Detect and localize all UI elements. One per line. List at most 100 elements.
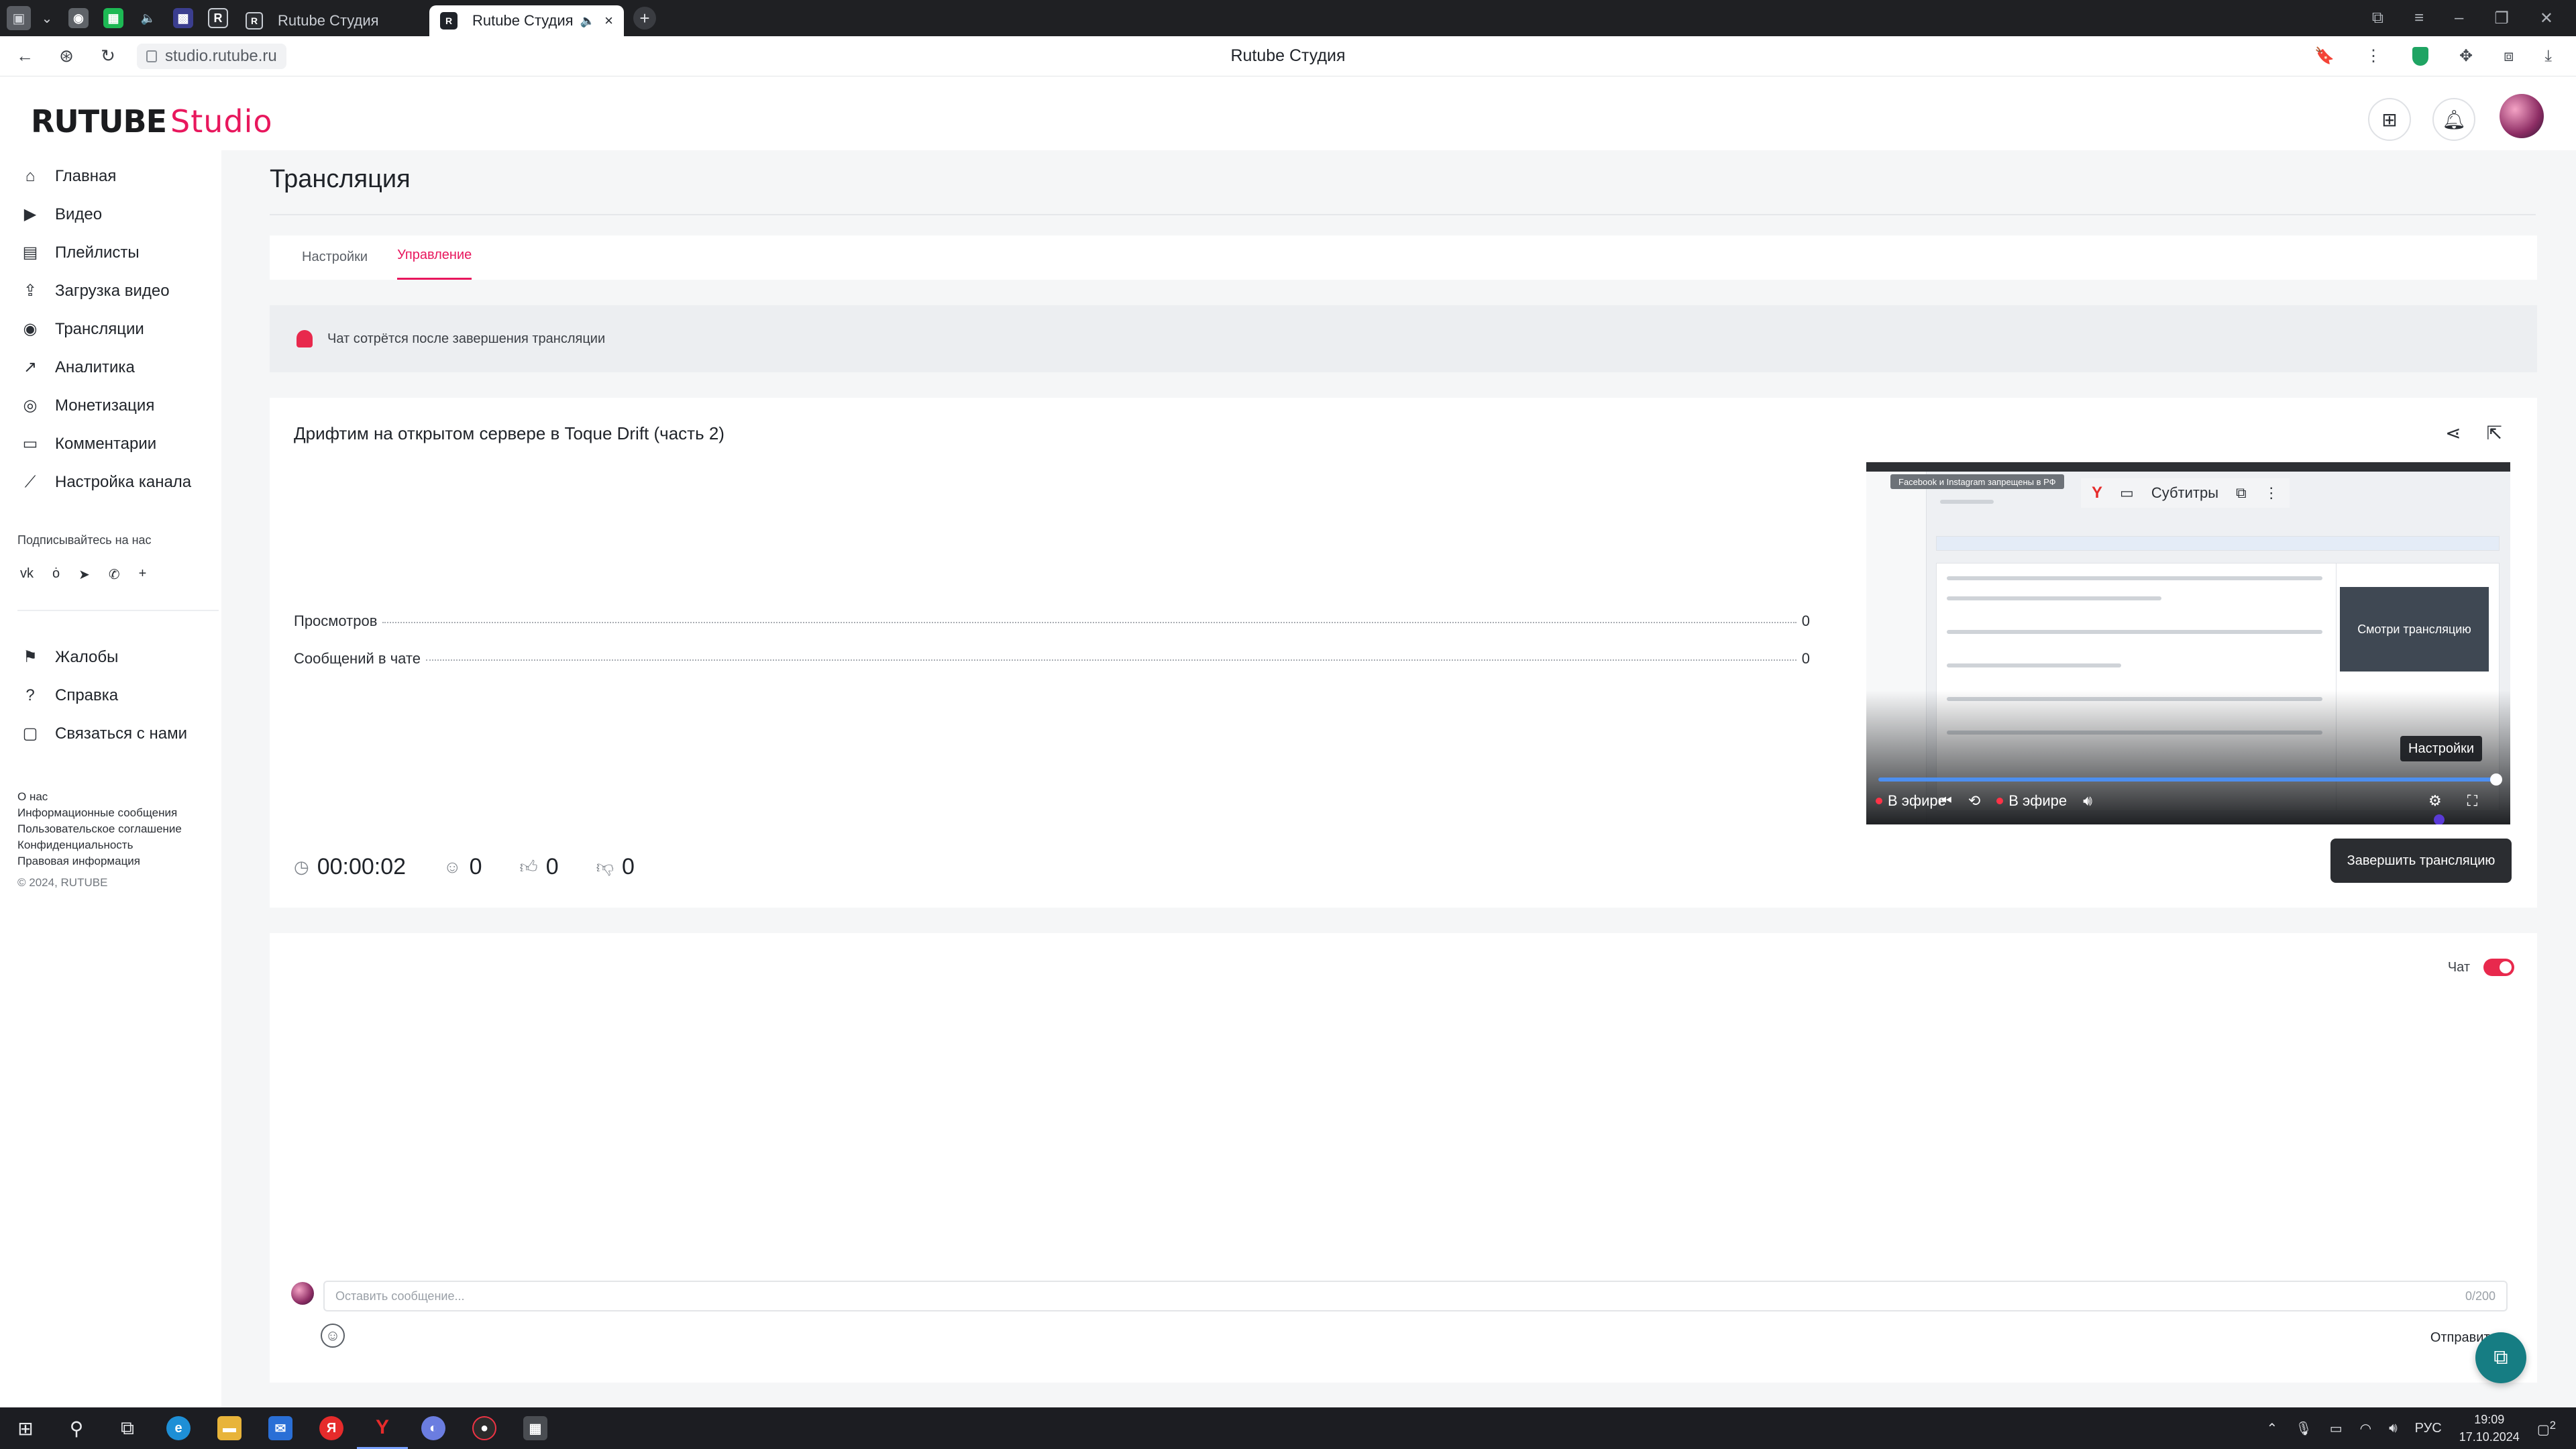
rewind-icon[interactable]: ⟲ <box>1968 792 1980 810</box>
mic-icon[interactable]: 🎙︎ <box>2295 1420 2312 1437</box>
notifications-button[interactable]: 🔔︎ <box>2432 98 2475 141</box>
protect-icon[interactable] <box>2412 46 2429 66</box>
chevron-up-icon[interactable]: ⌃ <box>2267 1420 2278 1437</box>
start-button[interactable]: ⊞ <box>0 1407 51 1449</box>
sidebar-item-contact[interactable]: ▢ Связаться с нами <box>0 714 221 753</box>
sidebar-item-home[interactable]: ⌂ Главная <box>0 157 221 195</box>
tab-settings[interactable]: Настройки <box>302 250 368 280</box>
reload-icon[interactable]: ↻ <box>91 46 125 66</box>
download-icon[interactable]: ⤓ <box>2544 47 2552 66</box>
progress-bar[interactable] <box>1878 773 2502 786</box>
fullscreen-icon[interactable]: ⛶ <box>2467 792 2477 810</box>
gear-icon[interactable]: ⚙ <box>2428 792 2442 810</box>
bookmark-icon[interactable]: 🔖 <box>2314 46 2334 66</box>
page-title: Трансляция <box>270 165 411 193</box>
sidebar-item-video[interactable]: ▶ Видео <box>0 195 221 233</box>
sidebar-item-analytics[interactable]: ↗ Аналитика <box>0 348 221 386</box>
chat-message-input[interactable]: Оставить сообщение... 0/200 <box>323 1281 2508 1311</box>
search-button[interactable]: ⚲ <box>51 1407 102 1449</box>
social-links: vk ȯ ➤ ✆ + <box>0 547 221 583</box>
rutube-favicon-icon: R <box>246 12 263 30</box>
task-view-button[interactable]: ⧉ <box>102 1407 153 1449</box>
stat-views: Просмотров 0 <box>294 612 1810 630</box>
yandex-button[interactable]: Я <box>306 1407 357 1449</box>
external-link-icon[interactable]: ⇱ <box>2487 422 2502 444</box>
chat-toggle[interactable]: Чат <box>2448 959 2514 976</box>
support-chat-button[interactable]: ⧉ <box>2475 1332 2526 1383</box>
share-icon[interactable]: ⋖ <box>2445 422 2461 444</box>
chevron-down-icon[interactable]: ⌄ <box>35 6 59 30</box>
minimize-icon[interactable]: – <box>2455 9 2463 28</box>
chat-placeholder: Оставить сообщение... <box>335 1289 465 1303</box>
tab-rutube-2[interactable]: R Rutube Студия 🔈 × <box>429 5 624 36</box>
progress-knob[interactable] <box>2490 773 2502 786</box>
menu-icon[interactable]: ≡ <box>2414 9 2424 28</box>
pinned-tab-rutube[interactable]: R <box>208 8 228 28</box>
sidebar-item-complaints[interactable]: ⚑ Жалобы <box>0 638 221 676</box>
tab-management[interactable]: Управление <box>397 248 472 280</box>
task-view-icon: ⧉ <box>121 1417 134 1438</box>
pinned-tab-3[interactable]: ▩ <box>173 8 193 28</box>
end-stream-button[interactable]: Завершить трансляцию <box>2330 839 2512 883</box>
legal-link[interactable]: Правовая информация <box>17 853 221 869</box>
tab-rutube-1[interactable]: R Rutube Студия <box>235 5 429 36</box>
volume-icon[interactable]: 🔊︎ <box>2083 792 2092 810</box>
sidebar-item-upload[interactable]: ⇪ Загрузка видео <box>0 272 221 310</box>
yandex-browser-button[interactable]: Y <box>357 1407 408 1449</box>
terms-link[interactable]: Пользовательское соглашение <box>17 821 221 837</box>
skip-back-icon[interactable]: ⏮ <box>1939 792 1952 810</box>
speaker-icon[interactable]: 🔈 <box>580 14 595 28</box>
yandex-icon: Я <box>319 1416 343 1440</box>
emoji-icon[interactable]: ☺ <box>321 1324 345 1348</box>
extensions-icon[interactable]: ✥ <box>2459 46 2473 66</box>
collections-icon[interactable]: ⧉ <box>2372 9 2383 28</box>
speaker-icon[interactable]: 🔈 <box>138 8 158 28</box>
privacy-link[interactable]: Конфиденциальность <box>17 837 221 853</box>
language-indicator[interactable]: РУС <box>2415 1421 2442 1436</box>
vk-icon[interactable]: vk <box>20 566 34 583</box>
telegram-icon[interactable]: ➤ <box>78 566 90 583</box>
avatar[interactable] <box>2500 94 2544 138</box>
sidebar-item-channel-settings[interactable]: ⟋ Настройка канала <box>0 463 221 501</box>
viber-icon[interactable]: ✆ <box>109 566 120 583</box>
new-tab-button[interactable]: + <box>633 7 656 30</box>
close-window-icon[interactable]: ✕ <box>2540 9 2553 28</box>
maximize-icon[interactable]: ❐ <box>2494 9 2509 28</box>
edge-button[interactable]: e <box>153 1407 204 1449</box>
add-content-button[interactable]: ⊞ <box>2368 98 2411 141</box>
toggle-switch[interactable] <box>2483 959 2514 976</box>
more-social-icon[interactable]: + <box>139 566 147 583</box>
url-field[interactable]: studio.rutube.ru <box>137 43 286 69</box>
volume-icon[interactable]: 🔊︎ <box>2389 1421 2398 1436</box>
mail-button[interactable]: ✉ <box>255 1407 306 1449</box>
sidebar-item-playlists[interactable]: ▤ Плейлисты <box>0 233 221 272</box>
dotted-leader <box>425 659 1796 661</box>
clock[interactable]: 19:09 17.10.2024 <box>2459 1411 2520 1446</box>
app-button-3[interactable]: ▦ <box>510 1407 561 1449</box>
pinned-tab-1[interactable]: ◉ <box>68 8 89 28</box>
explorer-button[interactable]: ▬ <box>204 1407 255 1449</box>
notifications-icon[interactable]: ▢2 <box>2537 1419 2556 1438</box>
video-player[interactable]: Facebook и Instagram запрещены в РФ Y ▭ … <box>1866 462 2510 824</box>
ok-icon[interactable]: ȯ <box>52 566 60 583</box>
about-link[interactable]: О нас <box>17 789 221 805</box>
back-icon[interactable]: ← <box>8 46 42 66</box>
wifi-icon[interactable]: ◠ <box>2360 1420 2371 1437</box>
search-icon: ⚲ <box>69 1417 84 1439</box>
sidebar-item-comments[interactable]: ▭ Комментарии <box>0 425 221 463</box>
notice-text: Чат сотрётся после завершения трансляции <box>327 331 606 346</box>
more-icon[interactable]: ⋮ <box>2365 46 2381 66</box>
network-icon[interactable]: ▭ <box>2330 1420 2343 1437</box>
sidebar-item-broadcasts[interactable]: ◉ Трансляции <box>0 310 221 348</box>
info-link[interactable]: Информационные сообщения <box>17 805 221 821</box>
collections-icon[interactable]: ⧈ <box>2504 47 2514 66</box>
close-tab-icon[interactable]: × <box>604 12 613 30</box>
app-button-2[interactable]: ● <box>459 1407 510 1449</box>
tabs-menu-icon[interactable]: ▣ <box>7 6 31 30</box>
sidebar-item-monetization[interactable]: ◎ Монетизация <box>0 386 221 425</box>
rutube-studio-logo[interactable]: RUTUBE Studio <box>31 103 273 140</box>
shield-small-icon[interactable]: ⊛ <box>50 46 83 66</box>
pinned-tab-2[interactable]: ▦ <box>103 8 123 28</box>
sidebar-item-help[interactable]: ? Справка <box>0 676 221 714</box>
app-button-1[interactable]: ◐ <box>408 1407 459 1449</box>
